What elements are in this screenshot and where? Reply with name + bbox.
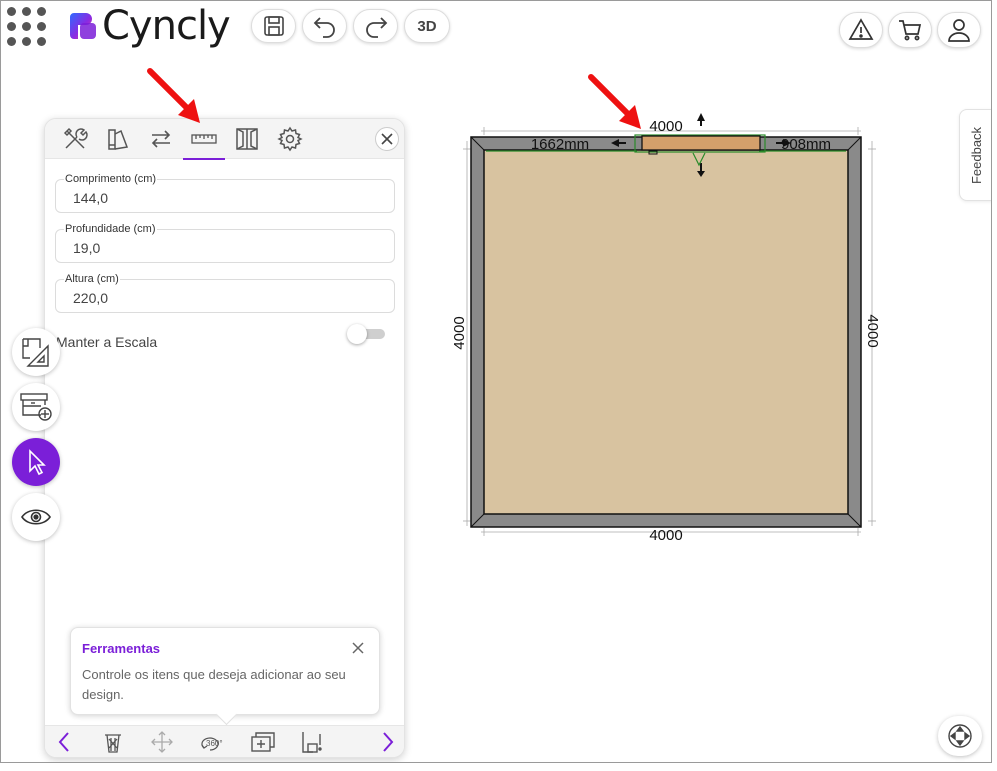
- height-input[interactable]: [73, 290, 373, 306]
- panel-bottom-bar: 360°: [45, 725, 404, 757]
- view-3d-label: 3D: [417, 17, 437, 35]
- user-icon: [948, 19, 970, 42]
- add-cabinet-icon: [20, 393, 52, 421]
- move-button[interactable]: [149, 729, 175, 755]
- chevron-right-icon: [383, 732, 394, 752]
- feedback-label: Feedback: [969, 126, 984, 184]
- user-button[interactable]: [937, 12, 981, 48]
- ruler-icon: [191, 134, 217, 144]
- move-icon: [151, 731, 173, 753]
- rotate-button[interactable]: 360°: [197, 729, 227, 755]
- tab-tools[interactable]: [55, 123, 95, 155]
- navigation-icon: [948, 724, 972, 748]
- select-button[interactable]: [12, 438, 60, 486]
- svg-text:360°: 360°: [206, 739, 223, 748]
- swap-icon: [151, 130, 171, 148]
- apps-grid-icon[interactable]: [7, 7, 47, 47]
- feedback-tab[interactable]: Feedback: [959, 109, 991, 201]
- brand-name: Cyncly: [102, 3, 231, 49]
- recenter-button[interactable]: [938, 716, 982, 756]
- pointer-icon: [29, 449, 46, 476]
- tools-icon: [63, 127, 88, 149]
- tab-settings[interactable]: [270, 123, 310, 155]
- redo-button[interactable]: [353, 9, 398, 43]
- trash-icon: [105, 734, 121, 753]
- tab-swap[interactable]: [141, 123, 181, 155]
- length-label: Comprimento (cm): [64, 173, 158, 185]
- door-icon: [236, 128, 258, 150]
- height-label: Altura (cm): [64, 273, 120, 285]
- top-dimension: 4000: [649, 118, 682, 135]
- cart-icon: [899, 20, 922, 41]
- left-offset-label: 1662mm: [531, 136, 589, 153]
- visibility-button[interactable]: [12, 493, 60, 541]
- right-dimension: 4000: [864, 314, 881, 347]
- tab-dimensions[interactable]: [183, 123, 225, 160]
- keep-scale-toggle[interactable]: [347, 324, 385, 344]
- redo-icon: [365, 17, 387, 38]
- app-window: Cyncly 3D Feedback Comprimento (cm) 144,…: [0, 0, 992, 763]
- close-icon: [381, 133, 393, 145]
- depth-label: Profundidade (cm): [64, 223, 157, 235]
- tools-tooltip: Ferramentas Controle os itens que deseja…: [70, 627, 380, 715]
- eye-icon: [21, 509, 51, 525]
- duplicate-icon: [251, 732, 275, 752]
- depth-field[interactable]: Profundidade (cm): [55, 223, 395, 263]
- warnings-button[interactable]: [839, 12, 883, 48]
- save-icon: [263, 16, 284, 36]
- height-field[interactable]: Altura (cm): [55, 273, 395, 313]
- delete-button[interactable]: [101, 729, 125, 755]
- align-icon: [302, 732, 322, 753]
- toggle-knob: [347, 324, 367, 344]
- add-cabinet-button[interactable]: [12, 383, 60, 431]
- align-button[interactable]: [299, 729, 327, 755]
- right-offset-label: 908mm: [781, 136, 831, 153]
- floorplan-icon: [22, 338, 49, 367]
- save-button[interactable]: [251, 9, 296, 43]
- cart-button[interactable]: [888, 12, 932, 48]
- room-walls[interactable]: [470, 136, 862, 528]
- panel-tabs: [45, 119, 404, 160]
- next-button[interactable]: [377, 729, 399, 755]
- bottom-dimension: 4000: [649, 527, 682, 544]
- length-input[interactable]: [73, 190, 373, 206]
- floor-plan[interactable]: 4000 4000 4000 4000 1662mm 908mm: [441, 101, 891, 551]
- undo-icon: [313, 17, 335, 38]
- left-dimension: 4000: [451, 316, 468, 349]
- brand-logo-mark: [70, 13, 96, 39]
- depth-input[interactable]: [73, 240, 373, 256]
- tooltip-title: Ferramentas: [82, 641, 161, 656]
- brand-logo[interactable]: Cyncly: [68, 3, 231, 49]
- selected-wardrobe[interactable]: [641, 135, 761, 151]
- prev-button[interactable]: [53, 729, 75, 755]
- undo-button[interactable]: [302, 9, 347, 43]
- floorplan-button[interactable]: [12, 328, 60, 376]
- duplicate-button[interactable]: [249, 729, 277, 755]
- tooltip-body: Controle os itens que deseja adicionar a…: [82, 667, 346, 702]
- properties-panel: Comprimento (cm) Profundidade (cm) Altur…: [44, 118, 405, 758]
- close-panel-button[interactable]: [375, 127, 399, 151]
- tooltip-close-icon[interactable]: [350, 640, 366, 656]
- color-palette-icon: [108, 129, 129, 150]
- view-3d-button[interactable]: 3D: [404, 9, 450, 43]
- rotate-360-icon: 360°: [201, 737, 223, 751]
- tab-doors[interactable]: [227, 123, 267, 155]
- tab-finishes[interactable]: [98, 123, 138, 155]
- gear-icon: [277, 126, 303, 152]
- warning-icon: [848, 18, 874, 40]
- keep-scale-label: Manter a Escala: [56, 334, 158, 350]
- length-field[interactable]: Comprimento (cm): [55, 173, 395, 213]
- chevron-left-icon: [58, 732, 69, 752]
